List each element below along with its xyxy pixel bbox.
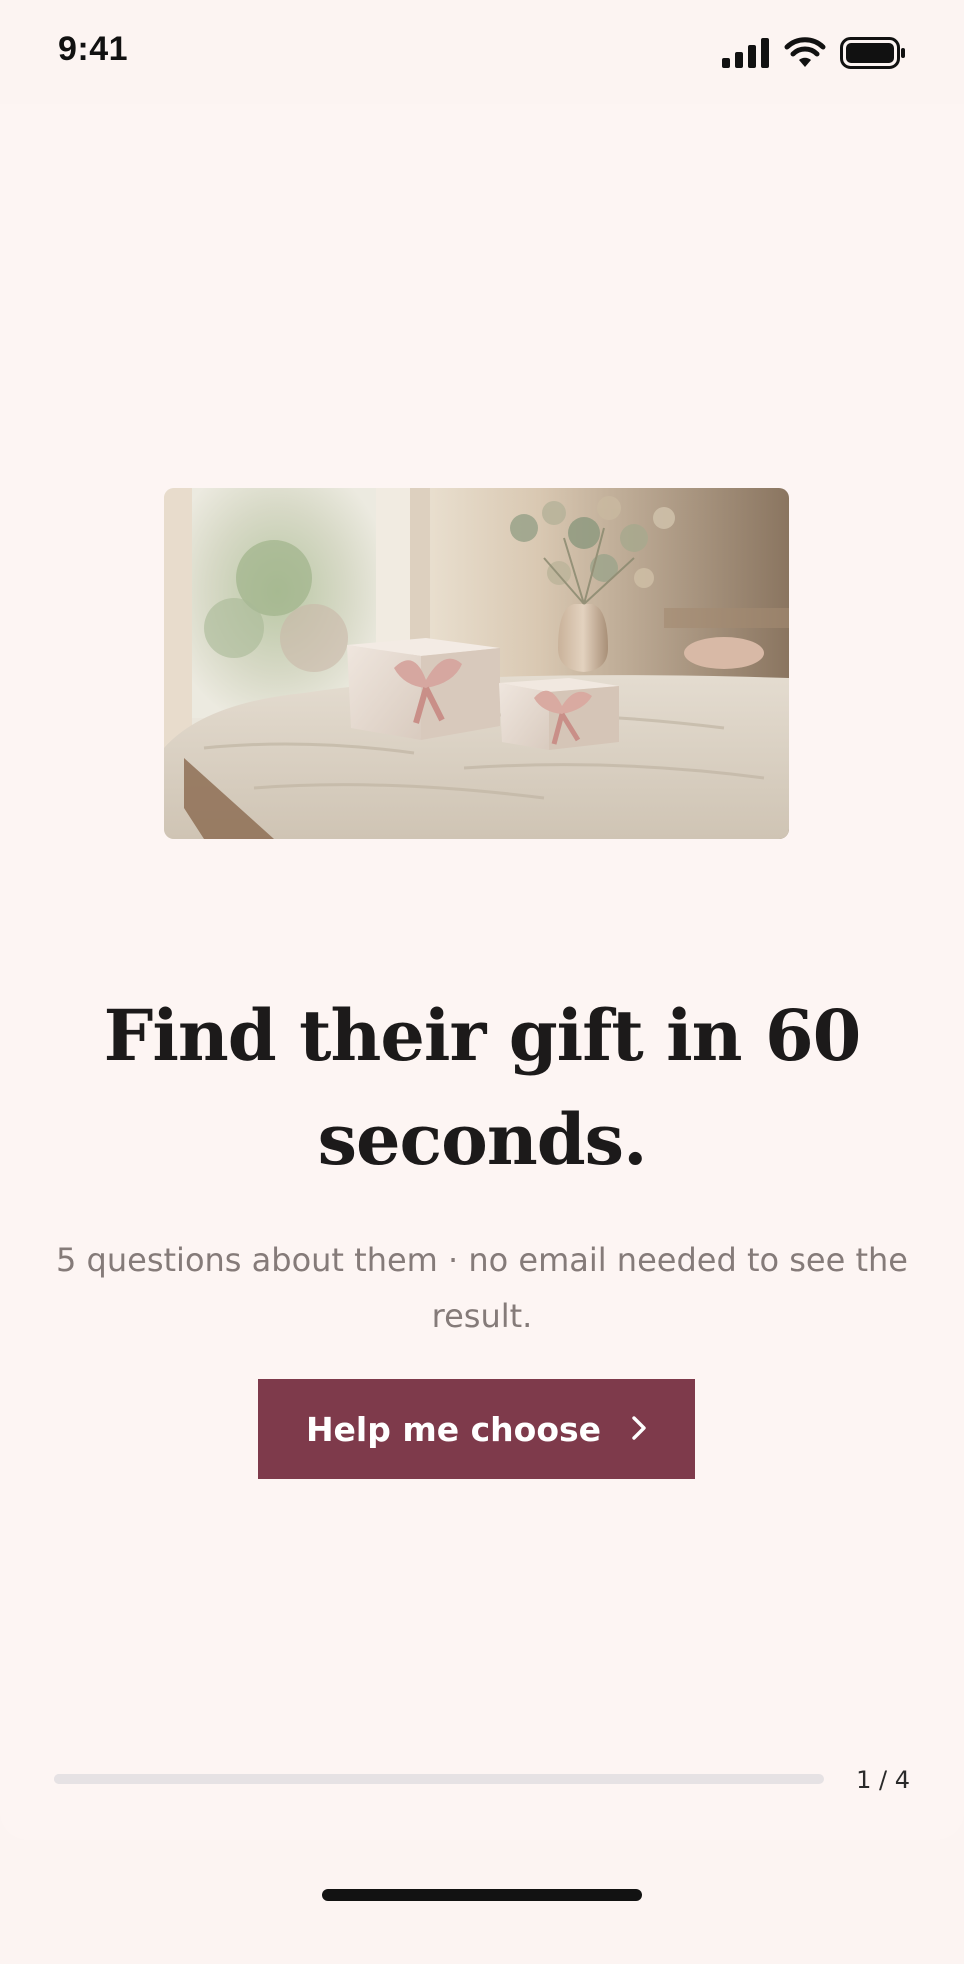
battery-icon [840, 37, 906, 69]
help-me-choose-button[interactable]: Help me choose [258, 1379, 695, 1479]
progress-bar [54, 1774, 824, 1784]
status-bar: 9:41 [0, 0, 964, 100]
status-time: 9:41 [58, 30, 129, 68]
page-subtitle: 5 questions about them · no email needed… [56, 1241, 908, 1335]
phone-screen: 9:41 Find their gift in 60 seconds. 5 qu… [0, 0, 964, 1964]
wifi-icon [784, 37, 826, 69]
status-icons [722, 36, 906, 70]
welcome-screen: Find their gift in 60 seconds. 5 questio… [0, 104, 964, 1840]
cellular-signal-icon [722, 38, 770, 68]
page-title: Find their gift in 60 seconds. [103, 994, 862, 1181]
step-progress: 1 / 4 [54, 1766, 910, 1794]
help-me-choose-label: Help me choose [305, 1409, 602, 1449]
progress-label: 1 / 4 [856, 1766, 910, 1794]
hero-gift-image [164, 488, 789, 839]
progress-fill [54, 1774, 247, 1784]
chevron-right-icon [631, 1410, 647, 1449]
home-indicator[interactable] [322, 1889, 642, 1901]
